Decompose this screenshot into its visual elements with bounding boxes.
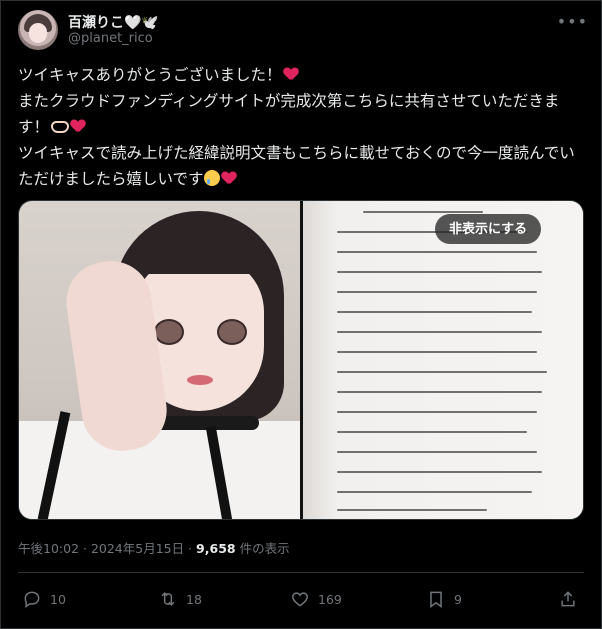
handwriting-line: [337, 331, 542, 333]
share-icon: [561, 591, 575, 607]
like-button[interactable]: 169: [290, 586, 342, 612]
tweet-media[interactable]: [18, 200, 584, 520]
tweet-header: 百瀬りこ🤍🕊️ @planet_rico •••: [18, 10, 588, 50]
hide-media-button[interactable]: 非表示にする: [435, 214, 542, 244]
view-count-label: 件の表示: [235, 541, 290, 556]
photo-lips: [187, 375, 213, 385]
handwriting-line: [363, 211, 483, 213]
tweet-line-2-text: またクラウドファンディングサイトが完成次第こちらに共有させていただきます！: [18, 92, 560, 136]
handwriting-line: [337, 491, 532, 493]
handwriting-line: [337, 351, 537, 353]
tweet-timestamp[interactable]: 午後10:02 · 2024年5月15日 ·: [18, 541, 196, 556]
tweet-line-3-text: ツイキャスで読み上げた経緯説明文書もこちらに載せておくので今一度読んでいただけま…: [18, 144, 575, 188]
handwriting-line: [337, 251, 537, 253]
retweet-button[interactable]: 18: [158, 586, 202, 612]
photo-bangs: [129, 229, 269, 274]
reply-count: 10: [50, 591, 66, 607]
tweet-text: ツイキャスありがとうございました！ またクラウドファンディングサイトが完成次第こ…: [18, 62, 586, 192]
crying-face-icon: [203, 170, 220, 186]
share-button[interactable]: [558, 586, 578, 612]
avatar[interactable]: [18, 10, 58, 50]
tweet-actions: 10 18 169 9: [18, 586, 584, 616]
handwriting-line: [337, 431, 527, 433]
tweet-meta: 午後10:02 · 2024年5月15日 · 9,658 件の表示: [18, 538, 290, 557]
tweet-line-1-text: ツイキャスありがとうございました！: [18, 66, 282, 84]
handwriting-line: [337, 411, 537, 413]
view-count: 9,658: [196, 541, 236, 556]
selfie-photo[interactable]: [19, 201, 300, 519]
handwriting-line: [337, 271, 542, 273]
heart-icon: [222, 172, 236, 185]
retweet-icon: [161, 592, 175, 606]
tweet-line-1: ツイキャスありがとうございました！: [18, 62, 586, 88]
handwriting-line: [337, 291, 537, 293]
bookmark-button[interactable]: 9: [426, 586, 462, 612]
handwritten-letter-photo[interactable]: [303, 201, 583, 519]
heart-hands-icon: [51, 121, 70, 133]
heart-icon: [71, 120, 85, 133]
handwriting-line: [337, 509, 487, 511]
avatar-face: [29, 23, 47, 43]
retweet-count: 18: [186, 591, 202, 607]
author-name[interactable]: 百瀬りこ🤍🕊️: [68, 12, 159, 32]
photo-eye: [217, 319, 247, 345]
handwriting-line: [337, 371, 547, 373]
reply-icon: [24, 591, 40, 608]
reply-button[interactable]: 10: [22, 586, 66, 612]
tweet-line-3: ツイキャスで読み上げた経緯説明文書もこちらに載せておくので今一度読んでいただけま…: [18, 140, 586, 192]
author-handle[interactable]: @planet_rico: [68, 31, 153, 46]
tweet-line-2: またクラウドファンディングサイトが完成次第こちらに共有させていただきます！: [18, 88, 586, 140]
like-count: 169: [318, 591, 342, 607]
photo-eye: [154, 319, 184, 345]
like-icon: [291, 592, 309, 607]
heart-icon: [284, 68, 298, 81]
handwriting-line: [337, 451, 537, 453]
handwriting-line: [337, 391, 542, 393]
more-horizontal-icon[interactable]: •••: [557, 12, 588, 31]
bookmark-count: 9: [454, 591, 462, 607]
divider: [18, 572, 584, 573]
handwriting-line: [337, 471, 542, 473]
bookmark-icon: [430, 591, 442, 608]
handwriting-line: [337, 311, 532, 313]
